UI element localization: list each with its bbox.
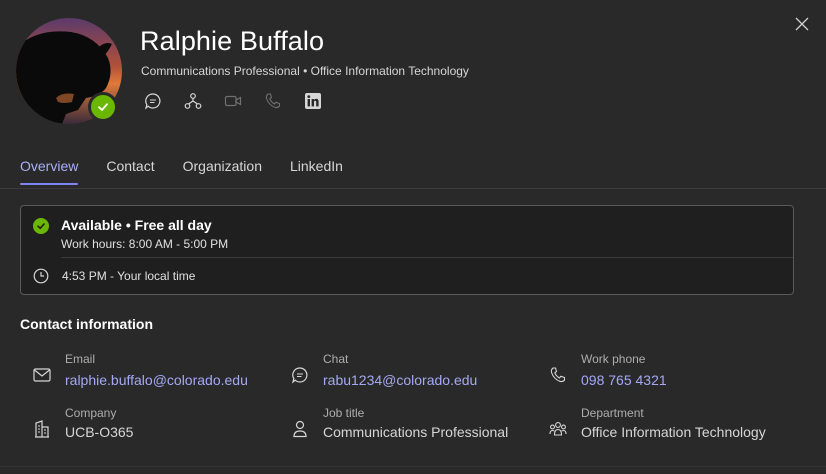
linkedin-icon: [305, 93, 321, 109]
job-title-value: Communications Professional: [323, 424, 509, 440]
availability-status: Available • Free all day: [61, 217, 212, 233]
status-card-divider: [61, 257, 793, 258]
bottom-divider: [0, 466, 826, 467]
building-icon: [35, 420, 49, 438]
email-item: Email ralphie.buffalo@colorado.edu: [33, 352, 248, 388]
tab-linkedin[interactable]: LinkedIn: [290, 158, 343, 185]
people-group-icon: [549, 422, 567, 436]
contact-info-heading: Contact information: [20, 316, 153, 332]
phone-icon: [550, 367, 566, 383]
avatar: [16, 18, 122, 124]
local-time: 4:53 PM - Your local time: [62, 269, 196, 283]
tab-contact[interactable]: Contact: [106, 158, 154, 185]
company-item: Company UCB-O365: [33, 406, 133, 440]
job-title-item: Job title Communications Professional: [291, 406, 508, 440]
chat-icon: [292, 367, 308, 384]
department-label: Department: [581, 406, 644, 420]
job-title-label: Job title: [323, 406, 365, 420]
linkedin-button[interactable]: [304, 91, 344, 111]
phone-call-icon: [265, 93, 281, 109]
mail-icon: [33, 368, 51, 382]
chat-link[interactable]: rabu1234@colorado.edu: [323, 372, 477, 388]
tab-overview[interactable]: Overview: [20, 158, 79, 185]
tab-organization[interactable]: Organization: [183, 158, 262, 185]
chat-item: Chat rabu1234@colorado.edu: [291, 352, 477, 388]
email-label: Email: [65, 352, 96, 366]
work-phone-item: Work phone 098 765 4321: [549, 352, 667, 388]
profile-subtitle: Communications Professional • Office Inf…: [141, 64, 469, 78]
tabs-divider: [0, 188, 826, 189]
video-call-button[interactable]: [224, 91, 264, 111]
presence-available-badge: [88, 92, 118, 122]
chat-label: Chat: [323, 352, 349, 366]
chat-icon: [145, 93, 161, 110]
profile-actions: [144, 91, 344, 111]
chat-button[interactable]: [144, 91, 184, 111]
company-label: Company: [65, 406, 117, 420]
status-card: Available • Free all day Work hours: 8:0…: [20, 205, 794, 295]
available-status-icon: [33, 218, 49, 234]
close-button[interactable]: [792, 14, 812, 34]
org-chart-button[interactable]: [184, 91, 224, 111]
email-link[interactable]: ralphie.buffalo@colorado.edu: [65, 372, 248, 388]
org-chart-icon: [184, 93, 202, 109]
checkmark-icon: [37, 223, 45, 230]
department-value: Office Information Technology: [581, 424, 766, 440]
work-phone-link[interactable]: 098 765 4321: [581, 372, 667, 388]
work-phone-label: Work phone: [581, 352, 646, 366]
close-icon: [795, 17, 809, 31]
phone-call-button[interactable]: [264, 91, 304, 111]
profile-tabs: Overview Contact Organization LinkedIn: [20, 158, 371, 185]
clock-icon: [33, 268, 49, 284]
profile-name: Ralphie Buffalo: [140, 26, 325, 56]
checkmark-icon: [98, 103, 108, 111]
company-value: UCB-O365: [65, 424, 134, 440]
video-call-icon: [224, 95, 242, 107]
department-item: Department Office Information Technology: [549, 406, 766, 440]
person-icon: [293, 420, 307, 438]
work-hours: Work hours: 8:00 AM - 5:00 PM: [61, 237, 229, 251]
